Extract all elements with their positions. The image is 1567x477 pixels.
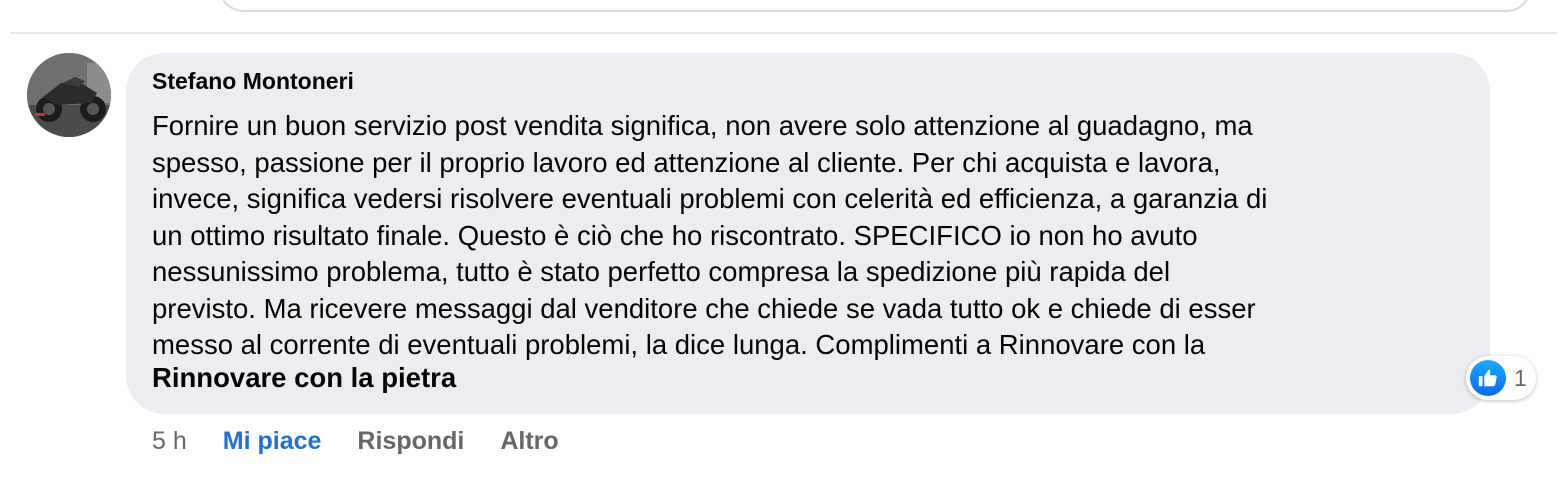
comment-author[interactable]: Stefano Montoneri — [152, 68, 354, 95]
comment-text: Fornire un buon servizio post vendita si… — [152, 108, 1452, 364]
reaction-count: 1 — [1514, 364, 1527, 391]
comment-text-line: spesso, passione per il proprio lavoro e… — [152, 146, 1221, 178]
comment-input-box[interactable] — [218, 0, 1532, 12]
tagged-page-link[interactable]: Rinnovare con la pietra — [152, 362, 456, 394]
comment-text-line: Fornire un buon servizio post vendita si… — [152, 110, 1253, 141]
comment-text-line: nessunissimo problema, tutto è stato per… — [152, 256, 1171, 287]
like-button[interactable]: Mi piace — [223, 427, 322, 456]
comment-timestamp[interactable]: 5 h — [152, 427, 187, 456]
comment-actions: 5 h Mi piace Rispondi Altro — [152, 424, 559, 458]
comment-text-line: previsto. Ma ricevere messaggi dal vendi… — [152, 292, 1256, 324]
like-icon — [1470, 360, 1506, 396]
comment-text-line: messo al corrente di eventuali problemi,… — [152, 329, 1206, 360]
reaction-summary[interactable]: 1 — [1466, 356, 1536, 400]
avatar[interactable] — [27, 53, 111, 137]
motorcycle-photo-icon — [27, 53, 111, 137]
comment-text-line: un ottimo risultato finale. Questo è ciò… — [152, 219, 1198, 251]
reply-button[interactable]: Rispondi — [357, 427, 464, 456]
more-button[interactable]: Altro — [500, 427, 558, 456]
comment-text-line: invece, significa vedersi risolvere even… — [152, 183, 1268, 214]
divider — [10, 32, 1557, 34]
